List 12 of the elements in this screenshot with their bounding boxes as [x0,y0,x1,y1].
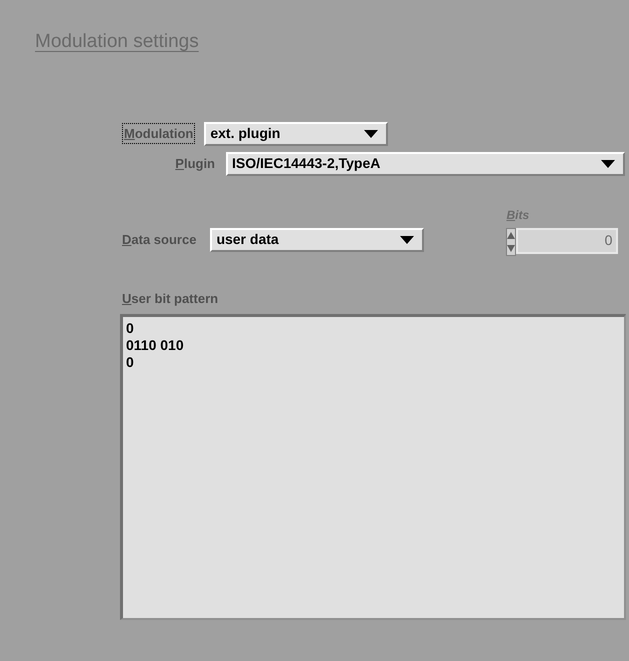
dropdown[interactable]: ext. plugin [204,122,388,146]
field-label: Plugin [174,154,216,173]
dropdown[interactable]: ISO/IEC14443-2,TypeA [226,152,625,176]
caret-icon [400,236,414,244]
field-label: User bit pattern [122,290,218,308]
caret-icon [601,160,615,168]
field-label: Modulation [123,124,194,144]
dropdown[interactable]: user data [210,228,424,252]
spin-buttons[interactable] [506,228,516,256]
caret-icon [364,130,378,138]
bit-pattern-field[interactable]: 0 0110 010 0 [120,314,626,620]
field-label: Data source [121,230,198,249]
